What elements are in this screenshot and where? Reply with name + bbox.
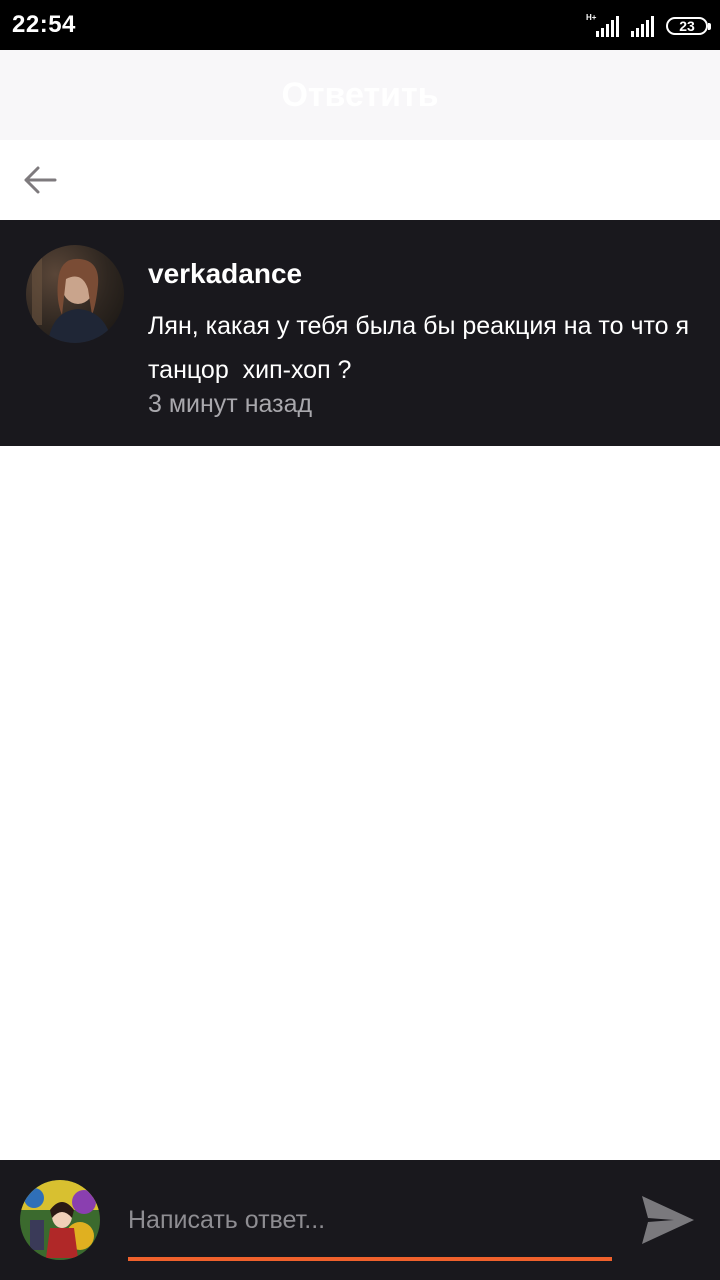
back-button[interactable]	[14, 154, 66, 206]
comment-text: Лян, какая у тебя была бы реакция на то …	[148, 312, 696, 384]
signal-bars-icon: H+	[586, 13, 619, 37]
page-title: Ответить	[281, 76, 439, 114]
my-avatar-image	[20, 1180, 100, 1260]
status-bar: 22:54 H+ 23	[0, 0, 720, 50]
arrow-left-icon	[24, 166, 57, 194]
user-photo	[26, 245, 124, 343]
battery-level: 23	[679, 18, 695, 34]
my-avatar[interactable]	[20, 1180, 100, 1260]
avatar[interactable]	[26, 245, 124, 343]
signal-bars-icon-secondary	[631, 15, 654, 37]
comment-card: verkadance Лян, какая у тебя была бы реа…	[0, 220, 720, 446]
status-time: 22:54	[12, 11, 76, 38]
network-type-label: H+	[586, 13, 597, 22]
battery-icon: 23	[666, 17, 711, 35]
reply-input[interactable]	[128, 1198, 612, 1242]
title-bar: Ответить	[0, 50, 720, 140]
status-indicators: H+ 23	[586, 12, 711, 40]
comment-username[interactable]: verkadance	[148, 258, 302, 290]
nav-bar	[0, 140, 720, 220]
send-icon	[642, 1196, 694, 1244]
send-button[interactable]	[636, 1188, 700, 1252]
reply-input-underline	[128, 1257, 612, 1261]
comment-timestamp: 3 минут назад	[148, 390, 313, 418]
reply-bar	[0, 1160, 720, 1280]
